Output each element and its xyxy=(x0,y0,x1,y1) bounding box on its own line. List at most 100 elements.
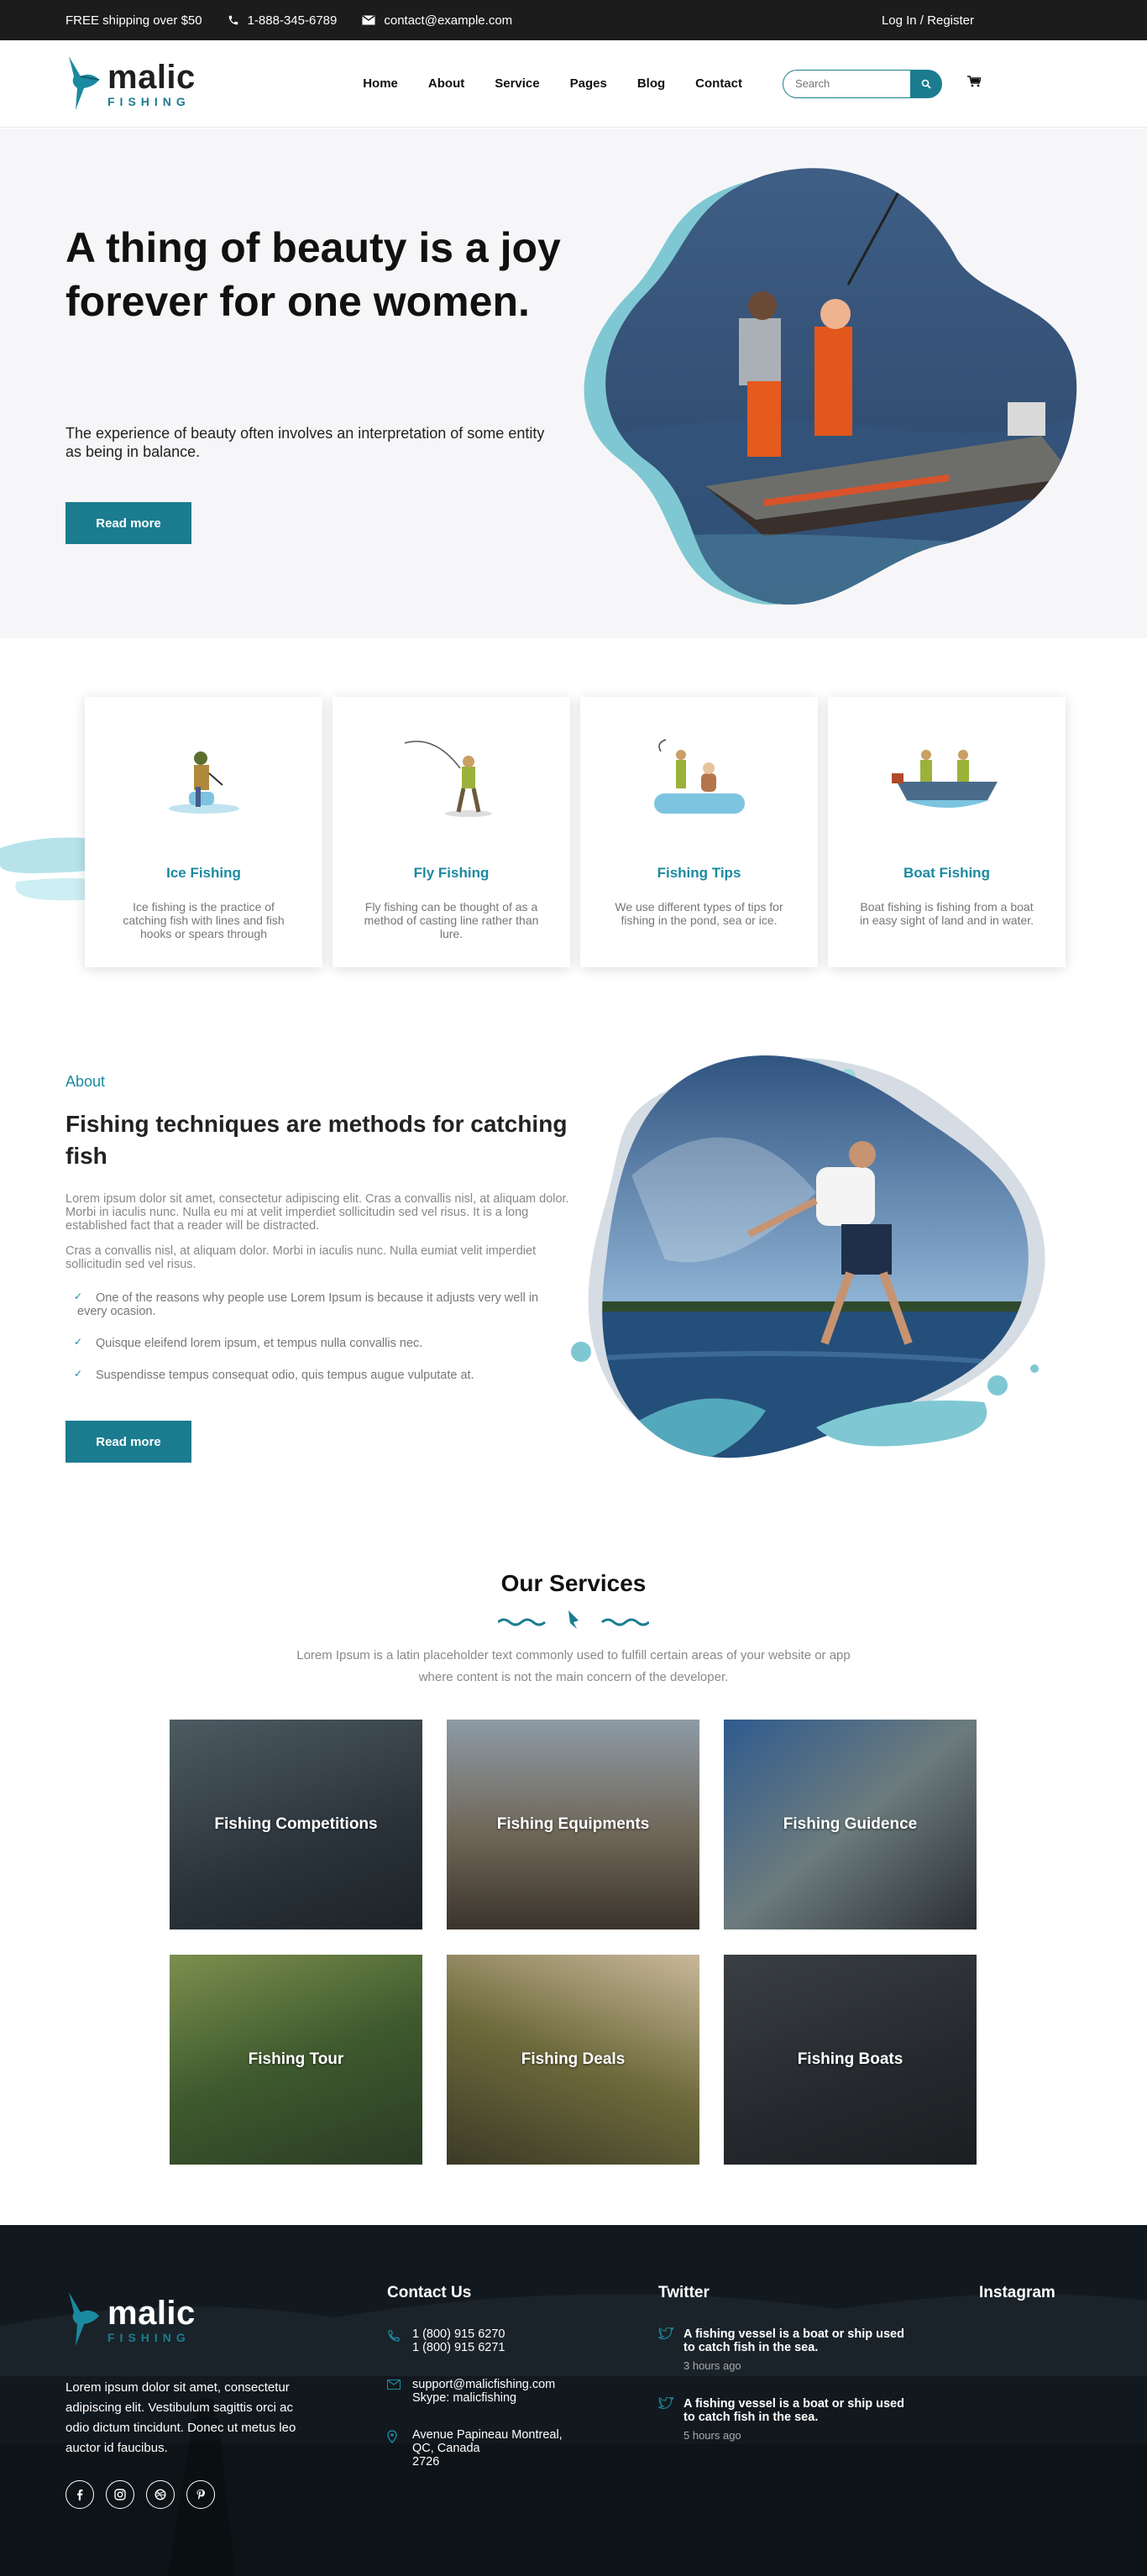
mail-icon xyxy=(362,15,375,25)
facebook-link[interactable] xyxy=(65,2480,94,2509)
nav-service[interactable]: Service xyxy=(495,76,539,91)
twitter-icon xyxy=(657,2396,673,2409)
checklist-item: Quisque eleifend lorem ipsum, et tempus … xyxy=(65,1335,569,1350)
category-title: Fly Fishing xyxy=(413,865,490,881)
footer-logo-main: malic xyxy=(107,2295,196,2332)
top-bar: FREE shipping over $50 1-888-345-6789 co… xyxy=(0,0,1147,40)
services-description: Lorem Ipsum is a latin placeholder text … xyxy=(296,1648,851,1684)
social-links xyxy=(65,2480,317,2509)
phone-2[interactable]: 1 (800) 915 6271 xyxy=(412,2341,505,2354)
tweet-item[interactable]: A fishing vessel is a boat or ship used … xyxy=(657,2327,919,2372)
hero-title: A thing of beauty is a joy forever for o… xyxy=(65,224,561,325)
nav-blog[interactable]: Blog xyxy=(637,76,665,91)
search-icon xyxy=(921,79,931,89)
contact-email: support@malicfishing.com Skype: malicfish… xyxy=(387,2378,563,2405)
dribbble-link[interactable] xyxy=(146,2480,175,2509)
marlin-logo-icon xyxy=(69,55,100,110)
category-card-fly-fishing[interactable]: Fly Fishing Fly fishing can be thought o… xyxy=(333,697,570,967)
main-nav: Home About Service Pages Blog Contact xyxy=(333,76,742,91)
service-card-guidence[interactable]: Fishing Guidence xyxy=(724,1720,977,1929)
category-card-fishing-tips[interactable]: Fishing Tips We use different types of t… xyxy=(580,697,818,967)
hero-read-more-button[interactable]: Read more xyxy=(65,502,191,544)
wave-divider-icon xyxy=(497,1610,650,1629)
search-button[interactable] xyxy=(910,69,942,98)
search-input[interactable] xyxy=(783,69,910,98)
category-text: Boat fishing is fishing from a boat in e… xyxy=(859,900,1034,927)
login-register-link[interactable]: Log In / Register xyxy=(882,13,974,28)
service-label: Fishing Equipments xyxy=(496,1815,650,1833)
boat-tips-illustration xyxy=(580,730,818,823)
service-label: Fishing Tour xyxy=(248,2050,344,2068)
email-text: contact@example.com xyxy=(384,13,513,28)
site-footer: malic FISHING Lorem ipsum dolor sit amet… xyxy=(0,2225,1147,2576)
footer-about: malic FISHING Lorem ipsum dolor sit amet… xyxy=(65,2291,317,2509)
service-card-deals[interactable]: Fishing Deals xyxy=(447,1955,699,2165)
nav-home[interactable]: Home xyxy=(363,76,398,91)
net-fisherman-image xyxy=(571,1055,1045,1458)
services-title: Our Services xyxy=(500,1570,647,1596)
phone-1[interactable]: 1 (800) 915 6270 xyxy=(412,2327,505,2341)
tweet-text: A fishing vessel is a boat or ship used … xyxy=(683,2327,904,2354)
fly-fishing-icon xyxy=(404,741,492,817)
search-box xyxy=(783,69,942,98)
service-label: Fishing Competitions xyxy=(214,1815,378,1833)
footer-twitter: Twitter A fishing vessel is a boat or sh… xyxy=(657,2284,919,2467)
email-address[interactable]: support@malicfishing.com xyxy=(412,2378,555,2391)
nav-pages[interactable]: Pages xyxy=(570,76,607,91)
category-title: Ice Fishing xyxy=(166,865,241,881)
category-title: Boat Fishing xyxy=(903,865,990,881)
instagram-link[interactable] xyxy=(106,2480,134,2509)
hero-text: The experience of beauty often involves … xyxy=(65,425,545,460)
categories-section: Ice Fishing Ice fishing is the practice … xyxy=(0,638,1147,991)
nav-about[interactable]: About xyxy=(428,76,464,91)
phone-icon xyxy=(388,2330,400,2342)
about-title: Fishing techniques are methods for catch… xyxy=(65,1111,568,1169)
tweet-item[interactable]: A fishing vessel is a boat or ship used … xyxy=(657,2396,919,2442)
category-card-ice-fishing[interactable]: Ice Fishing Ice fishing is the practice … xyxy=(85,697,322,967)
hero-section: A thing of beauty is a joy forever for o… xyxy=(0,128,1147,638)
contact-phone: 1 (800) 915 6270 1 (800) 915 6271 xyxy=(387,2327,563,2354)
service-label: Fishing Boats xyxy=(797,2050,903,2068)
shipping-text: FREE shipping over $50 xyxy=(65,13,202,28)
services-grid: Fishing Competitions Fishing Equipments … xyxy=(170,1720,977,2165)
services-section: Our Services Lorem Ipsum is a latin plac… xyxy=(0,1562,1147,2191)
service-card-equipments[interactable]: Fishing Equipments xyxy=(447,1720,699,1929)
pinterest-link[interactable] xyxy=(186,2480,215,2509)
twitter-title: Twitter xyxy=(658,2284,710,2301)
service-label: Fishing Guidence xyxy=(783,1815,918,1833)
service-card-competitions[interactable]: Fishing Competitions xyxy=(170,1720,422,1929)
skype-id: Skype: malicfishing xyxy=(412,2391,517,2405)
footer-contact: Contact Us 1 (800) 915 6270 1 (800) 915 6… xyxy=(387,2284,563,2492)
footer-logo-sub: FISHING xyxy=(107,2331,191,2344)
logo-sub-text: FISHING xyxy=(107,94,191,108)
hero-fishermen-image xyxy=(584,168,1077,605)
nav-contact[interactable]: Contact xyxy=(695,76,742,91)
contact-address: Avenue Papineau Montreal, QC, Canada 2726 xyxy=(387,2428,563,2469)
category-title: Fishing Tips xyxy=(657,865,741,881)
shipping-note: FREE shipping over $50 xyxy=(65,13,202,28)
footer-logo[interactable]: malic FISHING xyxy=(65,2291,317,2349)
marlin-logo-icon xyxy=(69,2292,99,2346)
footer-instagram: Instagram xyxy=(979,2284,1055,2327)
service-label: Fishing Deals xyxy=(521,2050,626,2068)
email-link[interactable]: contact@example.com xyxy=(362,13,512,28)
site-logo[interactable]: malic FISHING xyxy=(65,55,196,113)
category-text: Fly fishing can be thought of as a metho… xyxy=(364,900,539,940)
pinterest-icon xyxy=(196,2490,205,2500)
main-header: malic FISHING Home About Service Pages B… xyxy=(0,40,1147,128)
footer-about-text: Lorem ipsum dolor sit amet, consectetur … xyxy=(65,2380,296,2455)
about-paragraph-1: Lorem ipsum dolor sit amet, consectetur … xyxy=(65,1192,569,1233)
boat-fishing-illustration xyxy=(828,730,1066,823)
phone-text: 1-888-345-6789 xyxy=(247,13,338,28)
service-card-boats[interactable]: Fishing Boats xyxy=(724,1955,977,2165)
about-read-more-button[interactable]: Read more xyxy=(65,1421,191,1463)
about-section: About Fishing techniques are methods for… xyxy=(0,1041,1147,1511)
cart-button[interactable] xyxy=(967,76,982,92)
mail-icon xyxy=(387,2380,401,2390)
category-card-boat-fishing[interactable]: Boat Fishing Boat fishing is fishing fro… xyxy=(828,697,1066,967)
service-card-tour[interactable]: Fishing Tour xyxy=(170,1955,422,2165)
logo-main-text: malic xyxy=(107,58,196,96)
phone-link[interactable]: 1-888-345-6789 xyxy=(228,13,338,28)
location-pin-icon xyxy=(387,2430,397,2444)
ice-fisher-illustration xyxy=(85,730,322,823)
